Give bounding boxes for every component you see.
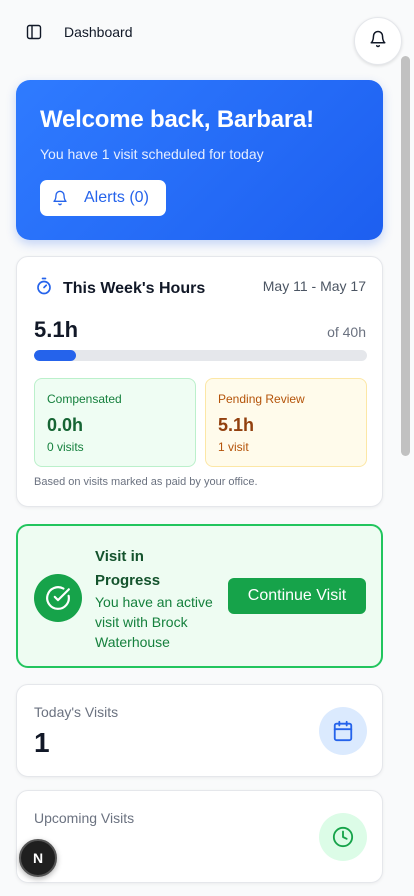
welcome-subtitle: You have 1 visit scheduled for today [40, 146, 264, 162]
visit-in-progress-card: Visit in Progress You have an active vis… [16, 524, 383, 668]
welcome-title: Welcome back, Barbara! [40, 106, 314, 133]
bell-icon [369, 30, 387, 53]
sidebar-toggle-icon[interactable] [24, 22, 44, 42]
top-bar: Dashboard [0, 0, 414, 65]
pending-visits: 1 visit [218, 440, 249, 454]
scrollbar[interactable] [401, 56, 410, 456]
todays-visits-value: 1 [34, 727, 50, 758]
hours-note: Based on visits marked as paid by your o… [34, 476, 258, 488]
hours-value: 5.1h [34, 317, 79, 342]
timer-icon [35, 277, 53, 300]
todays-visits-card[interactable]: Today's Visits 1 [16, 684, 383, 777]
visit-title: Visit in Progress [95, 548, 161, 589]
weekly-hours-card: This Week's Hours May 11 - May 17 5.1h o… [16, 256, 383, 507]
alerts-label: Alerts (0) [84, 189, 149, 206]
check-circle-icon [34, 574, 82, 622]
hours-progress-bar [34, 350, 367, 361]
calendar-icon [319, 707, 367, 755]
compensated-box: Compensated 0.0h 0 visits [34, 378, 196, 467]
continue-visit-button[interactable]: Continue Visit [228, 578, 366, 614]
hours-date-range: May 11 - May 17 [262, 278, 366, 294]
compensated-value: 0.0h [47, 415, 84, 435]
alerts-button[interactable]: Alerts (0) [40, 180, 166, 216]
clock-icon [319, 813, 367, 861]
hours-target: of 40h [327, 324, 366, 340]
dashboard-page: Dashboard Welcome back, Barbara! You hav… [0, 0, 414, 896]
compensated-visits: 0 visits [47, 440, 84, 454]
todays-visits-label: Today's Visits [34, 704, 119, 720]
hours-progress-fill [34, 350, 77, 361]
upcoming-visits-card[interactable]: Upcoming Visits [16, 790, 383, 883]
upcoming-visits-label: Upcoming Visits [34, 810, 135, 826]
pending-label: Pending Review [218, 392, 305, 406]
welcome-banner: Welcome back, Barbara! You have 1 visit … [16, 80, 383, 240]
page-title: Dashboard [64, 24, 133, 40]
pending-value: 5.1h [218, 415, 255, 435]
hours-header: This Week's Hours [35, 277, 205, 300]
visit-description: You have an active visit with Brock Wate… [95, 594, 213, 650]
compensated-label: Compensated [47, 392, 122, 406]
dev-tools-badge[interactable]: N [19, 839, 57, 877]
bell-icon [52, 190, 68, 206]
hours-title: This Week's Hours [63, 279, 206, 297]
pending-review-box: Pending Review 5.1h 1 visit [205, 378, 367, 467]
notifications-button[interactable] [354, 17, 402, 65]
